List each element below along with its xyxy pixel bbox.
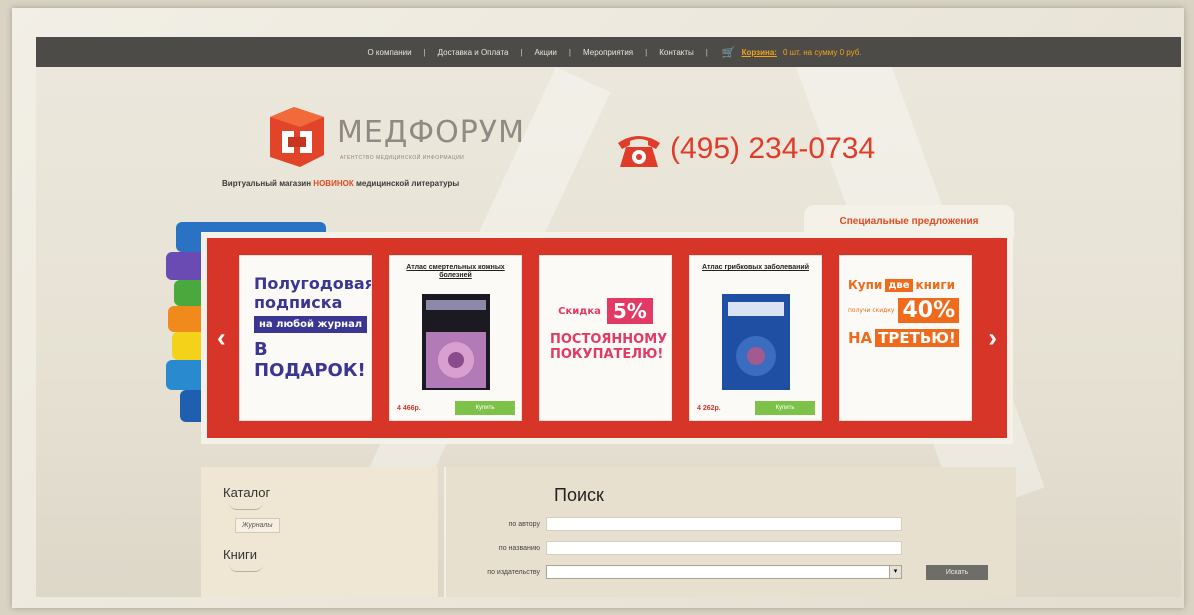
logo-icon bbox=[270, 107, 324, 167]
website: О компании | Доставка и Оплата | Акции |… bbox=[36, 37, 1181, 597]
catalog-books-heading[interactable]: Книги bbox=[223, 547, 438, 562]
promo-tag: ТРЕТЬЮ! bbox=[875, 329, 959, 347]
brand-subtitle: АГЕНТСТВО МЕДИЦИНСКОЙ ИНФОРМАЦИИ bbox=[340, 155, 465, 161]
tagline: Виртуальный магазин НОВИНОК медицинской … bbox=[222, 179, 459, 188]
search-row-title: по названию bbox=[446, 541, 902, 555]
search-title: Поиск bbox=[554, 485, 604, 505]
phone-number[interactable]: (495) 234-0734 bbox=[670, 132, 875, 166]
search-row-author: по автору bbox=[446, 517, 902, 531]
search-row-publisher: по издательству ▾ bbox=[446, 565, 902, 579]
cart: 🛒 Корзина: 0 шт. на сумму 0 руб. bbox=[708, 46, 862, 59]
cart-link[interactable]: Корзина: bbox=[742, 48, 777, 57]
catalog-title: Каталог bbox=[223, 485, 271, 500]
tagline-after: медицинской литературы bbox=[355, 179, 460, 188]
special-offers-slider: ‹ Полугодовая подписка на любой журнал В… bbox=[201, 232, 1013, 444]
promo-word: НА bbox=[848, 329, 873, 347]
discount-percent: 5% bbox=[606, 298, 653, 324]
book-price: 4 262р. bbox=[697, 405, 721, 412]
discount-line: ПОСТОЯННОМУ bbox=[550, 332, 668, 347]
slider-next-button[interactable]: › bbox=[988, 323, 997, 354]
phone-block: (495) 234-0734 bbox=[614, 129, 875, 169]
author-input[interactable] bbox=[546, 517, 902, 531]
promo-third-book-card[interactable]: Купи две книги получи скидку 40% НА ТРЕТ… bbox=[839, 255, 972, 421]
search-panel: Поиск по автору по названию по издательс… bbox=[444, 467, 1016, 597]
catalog-panel: Каталог Журналы Книги bbox=[201, 467, 438, 597]
promo-line: Полугодовая bbox=[254, 274, 372, 293]
promo-row: НА ТРЕТЬЮ! bbox=[848, 329, 965, 347]
discount-line: ПОКУПАТЕЛЮ! bbox=[550, 347, 664, 362]
buy-button[interactable]: Купить bbox=[455, 401, 515, 415]
book-card[interactable]: Атлас смертельных кожных болезней 4 466р… bbox=[389, 255, 522, 421]
decor-swoosh bbox=[229, 502, 263, 510]
top-navigation: О компании | Доставка и Оплата | Акции |… bbox=[36, 37, 1181, 67]
cart-info: 0 шт. на сумму 0 руб. bbox=[782, 47, 862, 57]
nav-item-company[interactable]: О компании bbox=[355, 48, 423, 57]
publisher-label: по издательству bbox=[487, 568, 540, 576]
book-card[interactable]: Атлас грибковых заболеваний 4 262р. Купи… bbox=[689, 255, 822, 421]
promo-tag: две bbox=[885, 278, 913, 292]
buy-button[interactable]: Купить bbox=[755, 401, 815, 415]
cart-icon[interactable]: 🛒 bbox=[722, 46, 736, 59]
promo-line: В ПОДАРОК! bbox=[254, 339, 366, 381]
promo-line: подписка bbox=[254, 293, 343, 312]
book-title-link[interactable]: Атлас смертельных кожных болезней bbox=[390, 256, 521, 280]
title-label: по названию bbox=[498, 544, 540, 552]
nav-item-promotions[interactable]: Акции bbox=[523, 48, 569, 57]
promo-row: получи скидку 40% bbox=[848, 298, 965, 323]
nav-item-delivery[interactable]: Доставка и Оплата bbox=[426, 48, 521, 57]
tagline-highlight: НОВИНОК bbox=[313, 179, 354, 188]
telephone-icon bbox=[618, 136, 660, 167]
slider-prev-button[interactable]: ‹ bbox=[217, 323, 226, 354]
search-button[interactable]: Искать bbox=[926, 565, 988, 580]
promo-subscription-card[interactable]: Полугодовая подписка на любой журнал В П… bbox=[239, 255, 372, 421]
nav-item-contacts[interactable]: Контакты bbox=[647, 48, 706, 57]
discount-text: ПОСТОЯННОМУ ПОКУПАТЕЛЮ! bbox=[550, 332, 668, 362]
title-input[interactable] bbox=[546, 541, 902, 555]
promo-band: на любой журнал bbox=[254, 316, 368, 333]
decor-swoosh bbox=[229, 564, 263, 572]
promo-row: Купи две книги bbox=[848, 278, 965, 292]
catalog-item-journals[interactable]: Журналы bbox=[235, 518, 280, 533]
chevron-down-icon[interactable]: ▾ bbox=[889, 566, 901, 578]
promo-discount-card[interactable]: Скидка 5% ПОСТОЯННОМУ ПОКУПАТЕЛЮ! bbox=[539, 255, 672, 421]
book-cover-image bbox=[422, 294, 490, 390]
book-title-link[interactable]: Атлас грибковых заболеваний bbox=[690, 256, 821, 272]
brand-name: МЕДФОРУМ bbox=[337, 115, 525, 150]
author-label: по автору bbox=[508, 520, 540, 528]
slider-track: ‹ Полугодовая подписка на любой журнал В… bbox=[207, 238, 1007, 438]
promo-percent: 40% bbox=[898, 298, 960, 323]
book-price: 4 466р. bbox=[397, 405, 421, 412]
book-cover-image bbox=[722, 294, 790, 390]
promo-small-text: получи скидку bbox=[848, 306, 895, 314]
publisher-select[interactable]: ▾ bbox=[546, 565, 902, 579]
promo-word: книги bbox=[915, 278, 956, 292]
promo-word: Купи bbox=[848, 278, 883, 292]
tagline-before: Виртуальный магазин bbox=[222, 179, 312, 188]
nav-item-events[interactable]: Мероприятия bbox=[571, 48, 645, 57]
discount-row: Скидка 5% bbox=[550, 298, 661, 324]
discount-label: Скидка bbox=[558, 305, 601, 317]
